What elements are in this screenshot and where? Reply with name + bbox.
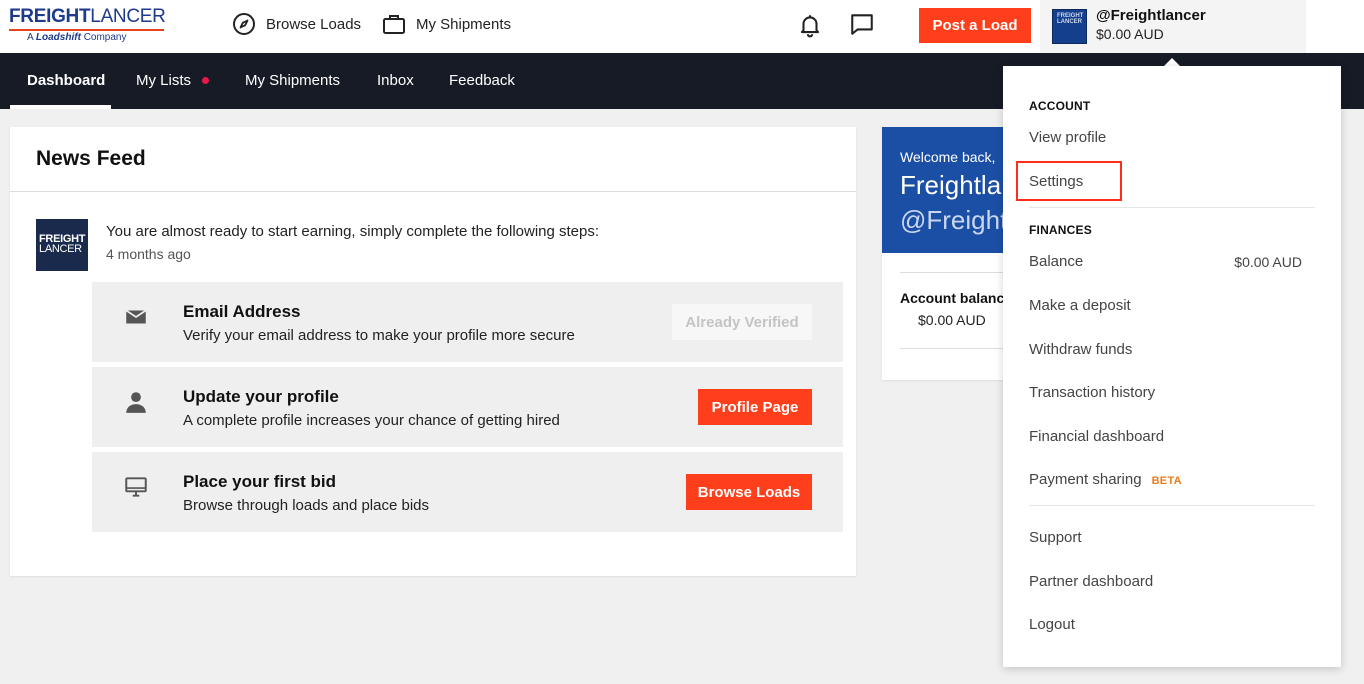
profile-page-button[interactable]: Profile Page: [698, 389, 812, 425]
person-icon: [123, 389, 149, 415]
logo-text-freight: FREIGHT: [9, 6, 91, 27]
view-profile-link[interactable]: View profile: [1029, 129, 1106, 146]
withdraw-funds-link[interactable]: Withdraw funds: [1029, 341, 1132, 358]
support-link[interactable]: Support: [1029, 529, 1082, 546]
welcome-greeting: Welcome back,: [900, 149, 996, 165]
payment-sharing-link[interactable]: Payment sharing BETA: [1029, 471, 1182, 488]
divider: [1029, 207, 1315, 208]
transaction-history-link[interactable]: Transaction history: [1029, 384, 1155, 401]
browse-loads-button[interactable]: Browse Loads: [686, 474, 812, 510]
nav-active-indicator: [10, 105, 111, 109]
logo-text-lancer: LANCER: [90, 6, 166, 27]
divider: [900, 272, 1006, 273]
avatar-text: FREIGHT LANCER: [1057, 13, 1084, 25]
freightlancer-logo[interactable]: FREIGHTLANCER A Loadshift Company: [9, 7, 169, 45]
post-a-load-button[interactable]: Post a Load: [919, 8, 1031, 43]
step-title: Place your first bid: [183, 472, 337, 491]
welcome-name: Freightla: [900, 170, 1002, 200]
partner-dashboard-link[interactable]: Partner dashboard: [1029, 573, 1153, 590]
envelope-icon: [123, 304, 149, 330]
step-first-bid: Place your first bid Browse through load…: [92, 452, 843, 532]
compass-icon: [232, 12, 256, 36]
briefcase-icon: [382, 12, 406, 36]
browse-loads-link[interactable]: Browse Loads: [232, 12, 361, 36]
step-update-profile: Update your profile A complete profile i…: [92, 367, 843, 447]
user-balance: $0.00 AUD: [1096, 26, 1164, 42]
feed-author-logo: FREIGHT LANCER: [36, 219, 88, 271]
step-description: A complete profile increases your chance…: [183, 412, 560, 429]
feed-message: You are almost ready to start earning, s…: [106, 223, 600, 240]
logo-tagline-a: A: [27, 32, 34, 43]
logo-tagline-brand: Loadshift: [35, 32, 81, 43]
financial-dashboard-link[interactable]: Financial dashboard: [1029, 428, 1164, 445]
monitor-icon: [123, 474, 149, 500]
user-handle: @Freightlancer: [1096, 7, 1206, 24]
my-shipments-label: My Shipments: [416, 15, 512, 33]
nav-feedback[interactable]: Feedback: [449, 53, 515, 109]
news-feed-card: News Feed FREIGHT LANCER You are almost …: [10, 127, 856, 576]
nav-inbox[interactable]: Inbox: [377, 53, 414, 109]
account-heading: ACCOUNT: [1029, 99, 1091, 113]
step-email-address: Email Address Verify your email address …: [92, 282, 843, 362]
nav-my-lists[interactable]: My Lists: [136, 53, 191, 109]
my-shipments-link[interactable]: My Shipments: [382, 12, 511, 36]
make-deposit-link[interactable]: Make a deposit: [1029, 297, 1131, 314]
avatar: FREIGHT LANCER: [1052, 9, 1087, 44]
news-feed-title: News Feed: [36, 147, 146, 170]
nav-my-shipments[interactable]: My Shipments: [245, 53, 340, 109]
chat-icon[interactable]: [849, 11, 875, 37]
welcome-card: Welcome back, Freightla @Freight Account…: [882, 127, 1006, 380]
feed-timestamp: 4 months ago: [106, 246, 191, 262]
settings-link[interactable]: Settings: [1029, 173, 1083, 190]
welcome-banner: Welcome back, Freightla @Freight: [882, 127, 1006, 253]
top-header: FREIGHTLANCER A Loadshift Company Browse…: [0, 0, 1364, 53]
user-menu-toggle[interactable]: FREIGHT LANCER @Freightlancer $0.00 AUD: [1040, 0, 1306, 53]
step-description: Verify your email address to make your p…: [183, 327, 575, 344]
balance-value: $0.00 AUD: [1234, 254, 1302, 270]
account-balance-label: Account balanc: [900, 290, 1005, 306]
step-description: Browse through loads and place bids: [183, 497, 429, 514]
divider: [10, 191, 856, 192]
welcome-handle: @Freight: [900, 205, 1006, 235]
logo-tagline-company: Company: [83, 32, 127, 43]
balance-label: Balance: [1029, 253, 1084, 270]
divider: [1029, 505, 1315, 506]
logout-link[interactable]: Logout: [1029, 616, 1075, 633]
browse-loads-label: Browse Loads: [266, 15, 362, 33]
finances-heading: FINANCES: [1029, 223, 1092, 237]
notification-dot: [202, 77, 209, 84]
step-title: Update your profile: [183, 387, 339, 406]
already-verified-button: Already Verified: [672, 304, 812, 340]
feed-logo-line2: LANCER: [39, 243, 82, 255]
logo-underline: [9, 29, 164, 31]
divider: [900, 348, 1006, 349]
account-balance-value: $0.00 AUD: [918, 312, 986, 328]
nav-dashboard[interactable]: Dashboard: [27, 53, 105, 109]
logo-tagline: A Loadshift Company: [27, 32, 127, 43]
user-dropdown-menu: ACCOUNT View profile Settings FINANCES B…: [1003, 66, 1341, 667]
bell-icon[interactable]: [797, 12, 823, 38]
step-title: Email Address: [183, 302, 301, 321]
payment-sharing-label: Payment sharing: [1029, 471, 1142, 488]
beta-badge: BETA: [1151, 475, 1182, 487]
